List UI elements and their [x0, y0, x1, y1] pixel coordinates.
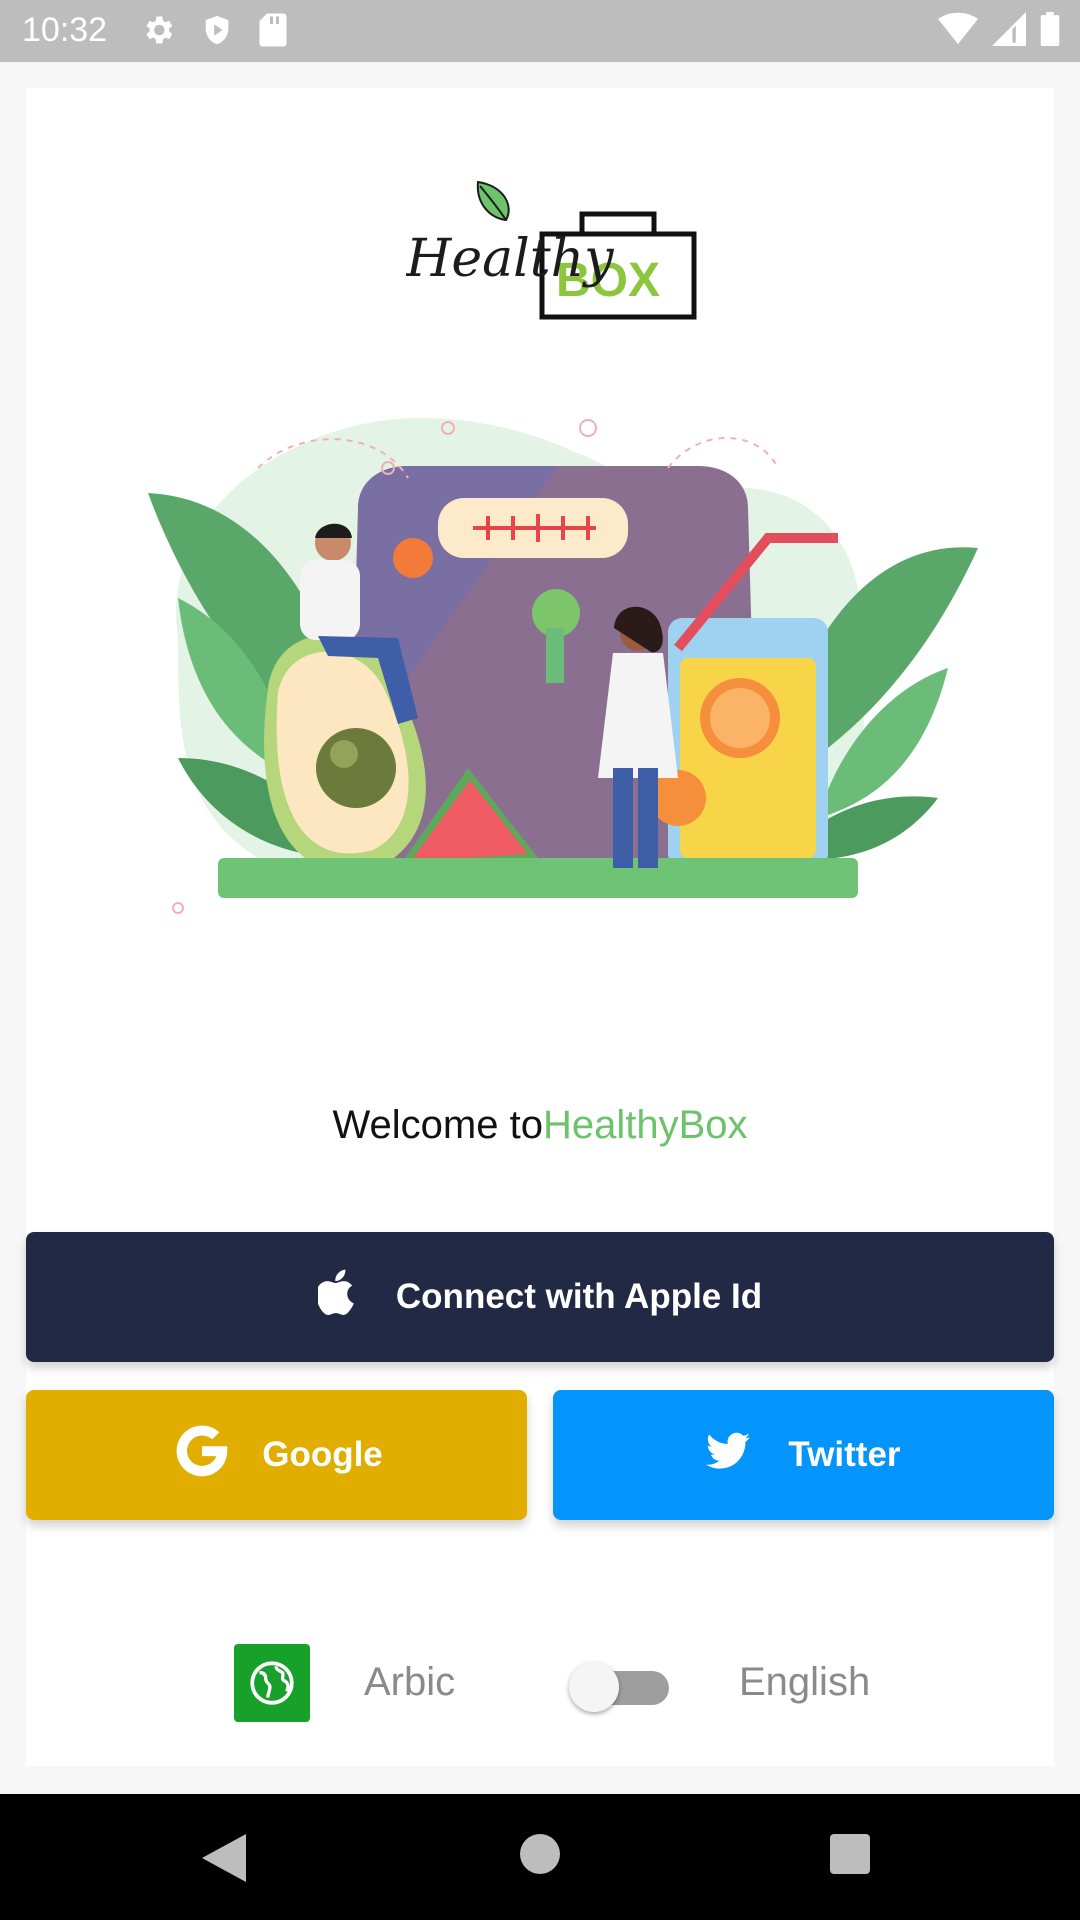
signal-icon	[992, 12, 1026, 46]
welcome-brand: HealthyBox	[542, 1103, 748, 1147]
apple-icon	[316, 1269, 358, 1326]
apple-button-label: Connect with Apple Id	[395, 1277, 763, 1316]
back-icon[interactable]	[202, 1834, 246, 1887]
twitter-icon	[706, 1432, 751, 1479]
google-icon	[170, 1419, 234, 1492]
status-bar: 10:32	[0, 0, 1080, 62]
shield-icon	[200, 12, 234, 48]
healthybox-logo: BOX Healthy	[405, 180, 716, 320]
english-label[interactable]: English	[739, 1660, 870, 1705]
twitter-button[interactable]: Twitter	[553, 1390, 1054, 1520]
home-icon[interactable]	[520, 1834, 560, 1879]
main-card: BOX Healthy Welcome toHealthyBox Connect…	[26, 88, 1054, 1766]
status-time: 10:32	[22, 11, 108, 49]
google-button[interactable]: Google	[26, 1390, 527, 1520]
toggle-knob	[569, 1662, 619, 1712]
healthy-food-illustration	[118, 388, 998, 1028]
logo-script-text: Healthy	[406, 229, 614, 289]
battery-icon	[1040, 12, 1060, 46]
welcome-text: Welcome toHealthyBox	[26, 1100, 1054, 1150]
gear-icon	[140, 12, 176, 48]
language-toggle[interactable]	[569, 1662, 669, 1712]
recents-icon[interactable]	[830, 1834, 870, 1879]
sd-card-icon	[258, 12, 288, 48]
connect-apple-button[interactable]: Connect with Apple Id	[26, 1232, 1054, 1362]
welcome-prefix: Welcome to	[332, 1103, 543, 1147]
twitter-button-label: Twitter	[788, 1435, 901, 1474]
google-button-label: Google	[262, 1435, 383, 1474]
language-selector: Arbic English	[234, 1644, 874, 1724]
wifi-icon	[938, 12, 978, 46]
navigation-bar	[0, 1794, 1080, 1920]
arabic-label[interactable]: Arbic	[364, 1660, 455, 1705]
globe-icon	[234, 1644, 310, 1722]
